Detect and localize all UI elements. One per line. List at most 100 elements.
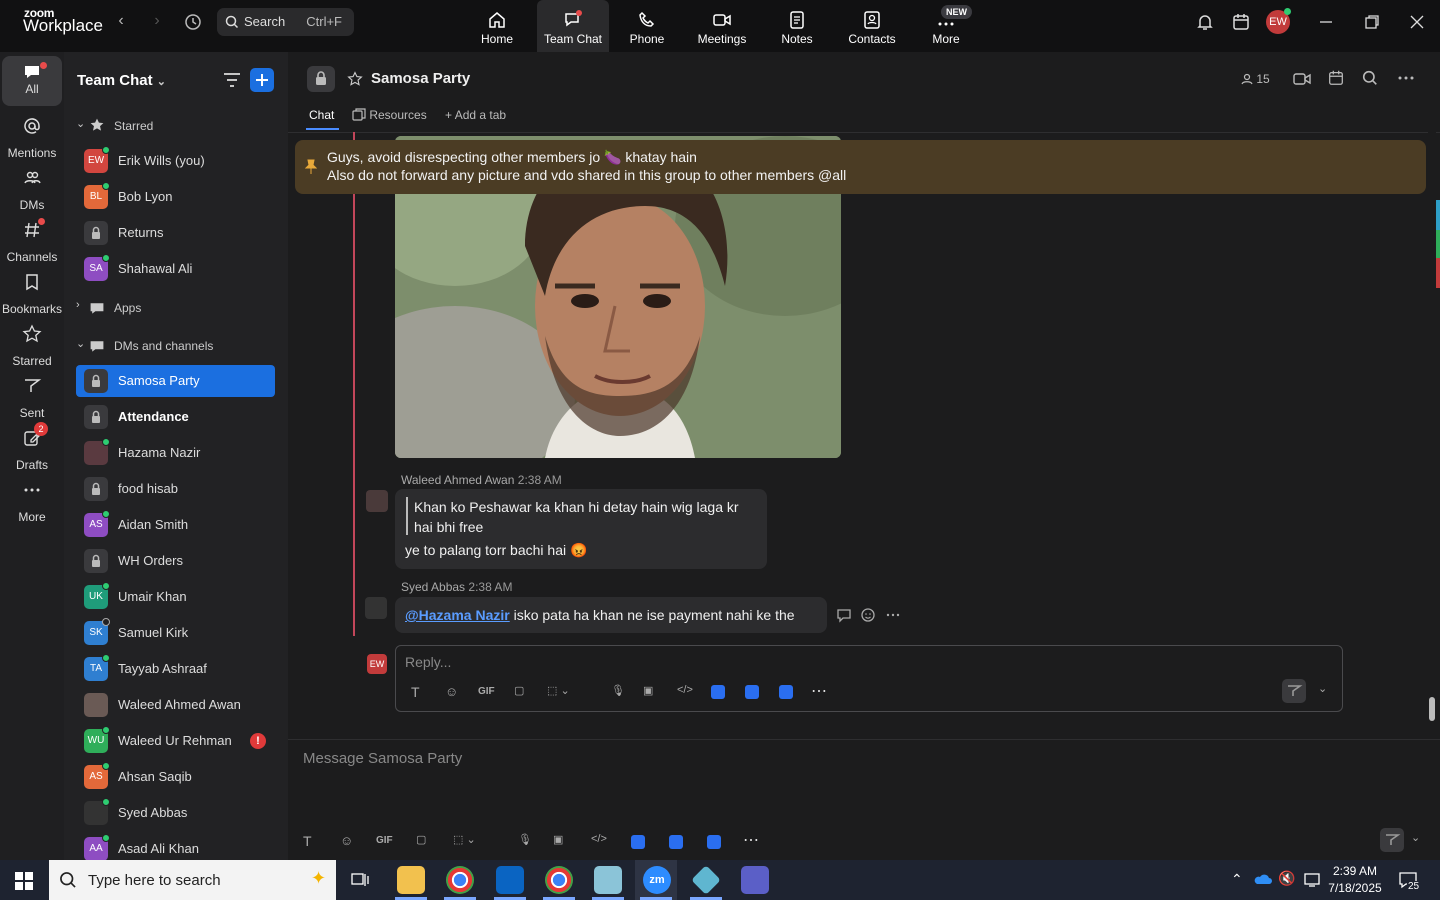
rail-more[interactable]: More — [0, 474, 64, 524]
network-icon[interactable] — [1303, 872, 1321, 888]
video-call-icon[interactable] — [1292, 70, 1312, 88]
task-view-icon[interactable] — [351, 872, 369, 888]
app-diamond-icon[interactable] — [691, 865, 721, 895]
member-count[interactable]: 15 — [1241, 72, 1270, 86]
taskbar-search[interactable]: Type here to search ✦ — [49, 860, 336, 900]
sidebar-item[interactable]: SA Shahawal Ali — [76, 253, 275, 285]
outlook-icon[interactable] — [496, 866, 524, 894]
app-icon[interactable] — [594, 866, 622, 894]
reply-input[interactable]: Reply... T ☺ GIF ▢ ⬚ ⌄ 🎙 ▣ </> ⋯ ⌄ — [395, 645, 1343, 712]
rail-sent[interactable]: Sent — [0, 370, 64, 420]
app-chat-icon[interactable] — [779, 685, 793, 699]
message-bubble[interactable]: Khan ko Peshawar ka khan hi detay hain w… — [395, 489, 767, 569]
code-icon[interactable]: </> — [591, 833, 607, 845]
rail-bookmarks[interactable]: Bookmarks — [0, 266, 64, 316]
more-dots-icon[interactable]: ⋯ — [811, 681, 827, 701]
chrome-profile-icon[interactable] — [545, 866, 573, 894]
gif-icon[interactable]: GIF — [478, 686, 495, 697]
reply-thread-icon[interactable] — [836, 607, 852, 623]
zoom-icon[interactable]: zm — [643, 866, 671, 894]
minimize-icon[interactable] — [1316, 12, 1336, 32]
tab-home[interactable]: Home — [461, 0, 533, 52]
emoji-icon[interactable]: ☺ — [445, 684, 458, 699]
scrollbar-thumb[interactable] — [1429, 697, 1435, 721]
sender-avatar[interactable] — [366, 490, 388, 512]
tab-meetings[interactable]: Meetings — [686, 0, 758, 52]
sidebar-item[interactable]: UK Umair Khan — [76, 581, 275, 613]
microphone-icon[interactable]: 🎙 — [518, 833, 532, 846]
search-box[interactable]: Search Ctrl+F — [217, 8, 354, 36]
send-button[interactable] — [1282, 679, 1306, 703]
sidebar-item[interactable]: food hisab — [76, 473, 275, 505]
tab-phone[interactable]: Phone — [611, 0, 683, 52]
sidebar-item[interactable]: Waleed Ahmed Awan — [76, 689, 275, 721]
star-outline-icon[interactable] — [347, 71, 363, 87]
message-bubble[interactable]: @Hazama Nazir isko pata ha khan ne ise p… — [395, 597, 827, 633]
app-chat-icon[interactable] — [707, 835, 721, 849]
taskbar-clock[interactable]: 2:39 AM 7/18/2025 — [1324, 864, 1386, 895]
app-docs-icon[interactable] — [711, 685, 725, 699]
tab-team-chat[interactable]: Team Chat — [537, 0, 609, 52]
screenshot-icon[interactable]: ⬚ ⌄ — [547, 684, 570, 697]
sidebar-item[interactable]: WH Orders — [76, 545, 275, 577]
sidebar-title[interactable]: Team Chat ⌄ — [77, 72, 166, 89]
text-format-icon[interactable]: T — [411, 684, 420, 700]
history-icon[interactable] — [183, 12, 203, 32]
sidebar-item[interactable]: Syed Abbas — [76, 797, 275, 829]
file-explorer-icon[interactable] — [397, 866, 425, 894]
sidebar-item[interactable]: EW Erik Wills (you) — [76, 145, 275, 177]
channel-title[interactable]: Samosa Party — [371, 70, 470, 87]
sidebar-item[interactable]: SK Samuel Kirk — [76, 617, 275, 649]
tab-contacts[interactable]: Contacts — [836, 0, 908, 52]
send-options-chevron-icon[interactable]: ⌄ — [1318, 682, 1327, 695]
forward-arrow-icon[interactable]: › — [147, 12, 167, 32]
sidebar-item[interactable]: Samosa Party — [76, 365, 275, 397]
rail-starred[interactable]: Starred — [0, 318, 64, 368]
pinned-message-banner[interactable]: Guys, avoid disrespecting other members … — [295, 140, 1426, 194]
volume-muted-icon[interactable]: 🔇 — [1278, 870, 1295, 887]
emoji-icon[interactable]: ☺ — [340, 833, 353, 848]
chevron-up-icon[interactable]: ⌃ — [1231, 871, 1243, 888]
sidebar-item[interactable]: AS Aidan Smith — [76, 509, 275, 541]
windows-start-icon[interactable] — [15, 872, 33, 890]
sidebar-item[interactable]: WU Waleed Ur Rehman! — [76, 725, 275, 757]
tab-chat[interactable]: Chat — [309, 108, 334, 122]
tab-add[interactable]: + Add a tab — [445, 108, 506, 122]
more-dots-icon[interactable]: ⋯ — [743, 830, 759, 850]
teams-icon[interactable] — [741, 866, 769, 894]
close-icon[interactable] — [1407, 12, 1427, 32]
search-icon[interactable] — [1362, 70, 1378, 86]
text-format-icon[interactable]: T — [303, 833, 312, 849]
gif-icon[interactable]: GIF — [376, 835, 393, 846]
rail-drafts[interactable]: 2 Drafts — [0, 422, 64, 472]
more-options-icon[interactable] — [1396, 70, 1416, 86]
sidebar-item[interactable]: Attendance — [76, 401, 275, 433]
mention-link[interactable]: @Hazama Nazir — [405, 607, 510, 623]
rail-channels[interactable]: Channels — [0, 214, 64, 264]
sidebar-item[interactable]: Hazama Nazir — [76, 437, 275, 469]
calendar-icon[interactable] — [1327, 69, 1345, 87]
scrollbar-track[interactable] — [1428, 132, 1436, 740]
rail-all[interactable]: All — [2, 56, 62, 106]
sender-avatar[interactable] — [365, 597, 387, 619]
sidebar-item[interactable]: Returns — [76, 217, 275, 249]
bell-icon[interactable] — [1195, 12, 1215, 32]
sidebar-item[interactable]: BL Bob Lyon — [76, 181, 275, 213]
new-chat-button[interactable] — [250, 68, 274, 92]
chrome-icon[interactable] — [446, 866, 474, 894]
code-icon[interactable]: </> — [677, 684, 693, 696]
app-docs-icon[interactable] — [631, 835, 645, 849]
sidebar-item[interactable]: AS Ahsan Saqib — [76, 761, 275, 793]
screenshot-icon[interactable]: ⬚ ⌄ — [453, 833, 476, 846]
file-icon[interactable]: ▢ — [514, 684, 524, 697]
video-message-icon[interactable]: ▣ — [643, 684, 653, 697]
microphone-icon[interactable]: 🎙 — [611, 684, 625, 697]
tab-resources[interactable]: Resources — [352, 108, 427, 122]
app-zoom-icon[interactable] — [669, 835, 683, 849]
back-arrow-icon[interactable]: ‹ — [111, 12, 131, 32]
add-reaction-icon[interactable] — [860, 607, 876, 623]
rail-mentions[interactable]: Mentions — [0, 110, 64, 160]
restore-icon[interactable] — [1362, 12, 1382, 32]
rail-dms[interactable]: DMs — [0, 162, 64, 212]
filter-icon[interactable] — [222, 71, 242, 89]
